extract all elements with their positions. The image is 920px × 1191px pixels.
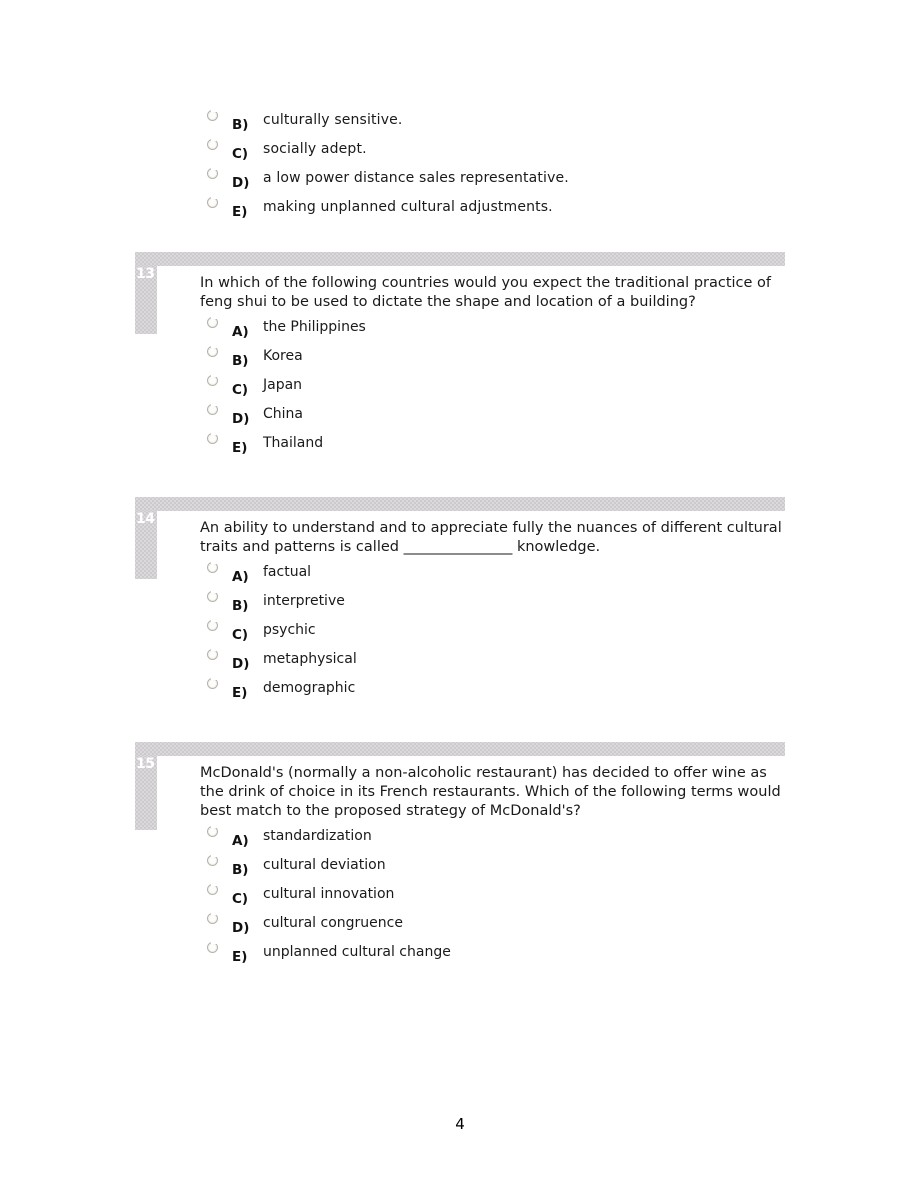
question-header-bar	[135, 252, 785, 266]
question-number-column: 13	[135, 266, 157, 334]
radio-button-icon[interactable]	[207, 912, 218, 924]
option-text: cultural congruence	[263, 915, 403, 931]
radio-button-icon[interactable]	[207, 316, 218, 328]
option-row[interactable]: C) socially adept.	[135, 137, 785, 166]
option-text: psychic	[263, 622, 316, 638]
option-text: making unplanned cultural adjustments.	[263, 199, 553, 215]
page-number: 4	[455, 1115, 465, 1133]
option-row[interactable]: A) factual	[200, 560, 785, 589]
radio-button-icon[interactable]	[207, 374, 218, 386]
question-body: In which of the following countries woul…	[200, 274, 785, 460]
radio-button-icon[interactable]	[207, 590, 218, 602]
option-text: socially adept.	[263, 141, 367, 157]
question-body: An ability to understand and to apprecia…	[200, 519, 785, 705]
option-row[interactable]: E) demographic	[200, 676, 785, 705]
radio-button-icon[interactable]	[207, 561, 218, 573]
option-text: culturally sensitive.	[263, 112, 403, 128]
option-text: Korea	[263, 348, 303, 364]
continued-options-group: B) culturally sensitive. C) socially adept.…	[135, 108, 785, 224]
option-row[interactable]: C) Japan	[200, 373, 785, 402]
option-text: factual	[263, 564, 312, 580]
radio-button-icon[interactable]	[207, 167, 218, 179]
option-text: China	[263, 406, 303, 422]
options-group: A) factual B) interpretive C) psychic D) metaph…	[200, 560, 785, 705]
option-letter: A)	[232, 569, 249, 585]
option-letter: E)	[232, 204, 248, 220]
option-row[interactable]: A) standardization	[200, 824, 785, 853]
option-letter: A)	[232, 324, 249, 340]
option-text: cultural deviation	[263, 857, 386, 873]
radio-button-icon[interactable]	[207, 648, 218, 660]
option-row[interactable]: A) the Philippines	[200, 315, 785, 344]
option-letter: C)	[232, 627, 249, 643]
option-letter: C)	[232, 891, 249, 907]
radio-button-icon[interactable]	[207, 941, 218, 953]
option-letter: D)	[232, 175, 250, 191]
option-row[interactable]: D) cultural congruence	[200, 911, 785, 940]
option-row[interactable]: B) culturally sensitive.	[135, 108, 785, 137]
option-letter: C)	[232, 382, 249, 398]
option-text: the Philippines	[263, 319, 366, 335]
option-letter: B)	[232, 117, 249, 133]
question-number: 13	[136, 266, 155, 282]
option-text: unplanned cultural change	[263, 944, 451, 960]
question-number: 14	[136, 511, 155, 527]
question-number-column: 15	[135, 756, 157, 830]
option-letter: E)	[232, 949, 248, 965]
question-body: McDonald's (normally a non-alcoholic res…	[200, 764, 785, 969]
radio-button-icon[interactable]	[207, 345, 218, 357]
quiz-page: B) culturally sensitive. C) socially adept.…	[0, 0, 920, 1191]
options-group: A) the Philippines B) Korea C) Japan D) China E)…	[200, 315, 785, 460]
option-row[interactable]: D) China	[200, 402, 785, 431]
option-text: metaphysical	[263, 651, 357, 667]
option-row[interactable]: D) a low power distance sales representat…	[135, 166, 785, 195]
question-header-bar	[135, 497, 785, 511]
radio-button-icon[interactable]	[207, 619, 218, 631]
radio-button-icon[interactable]	[207, 196, 218, 208]
radio-button-icon[interactable]	[207, 825, 218, 837]
option-letter: C)	[232, 146, 249, 162]
option-letter: E)	[232, 685, 248, 701]
option-letter: B)	[232, 353, 249, 369]
option-row[interactable]: B) cultural deviation	[200, 853, 785, 882]
option-row[interactable]: D) metaphysical	[200, 647, 785, 676]
option-row[interactable]: B) interpretive	[200, 589, 785, 618]
radio-button-icon[interactable]	[207, 432, 218, 444]
option-letter: E)	[232, 440, 248, 456]
question-header-bar	[135, 742, 785, 756]
question-number-column: 14	[135, 511, 157, 579]
option-letter: B)	[232, 862, 249, 878]
option-letter: D)	[232, 656, 250, 672]
option-text: Japan	[263, 377, 303, 393]
option-text: interpretive	[263, 593, 345, 609]
options-group: A) standardization B) cultural deviation C) c…	[200, 824, 785, 969]
question-text: McDonald's (normally a non-alcoholic res…	[200, 765, 781, 819]
question-text: An ability to understand and to apprecia…	[200, 520, 782, 555]
option-text: cultural innovation	[263, 886, 395, 902]
option-letter: D)	[232, 411, 250, 427]
option-row[interactable]: E) unplanned cultural change	[200, 940, 785, 969]
option-row[interactable]: C) cultural innovation	[200, 882, 785, 911]
option-letter: A)	[232, 833, 249, 849]
radio-button-icon[interactable]	[207, 403, 218, 415]
option-text: demographic	[263, 680, 356, 696]
option-text: a low power distance sales representativ…	[263, 170, 569, 186]
radio-button-icon[interactable]	[207, 138, 218, 150]
option-text: standardization	[263, 828, 372, 844]
option-row[interactable]: E) making unplanned cultural adjustments.	[135, 195, 785, 224]
radio-button-icon[interactable]	[207, 109, 218, 121]
option-text: Thailand	[263, 435, 324, 451]
option-letter: B)	[232, 598, 249, 614]
question-number: 15	[136, 756, 155, 772]
option-row[interactable]: C) psychic	[200, 618, 785, 647]
option-row[interactable]: E) Thailand	[200, 431, 785, 460]
radio-button-icon[interactable]	[207, 854, 218, 866]
question-text: In which of the following countries woul…	[200, 275, 772, 310]
radio-button-icon[interactable]	[207, 883, 218, 895]
option-row[interactable]: B) Korea	[200, 344, 785, 373]
option-letter: D)	[232, 920, 250, 936]
radio-button-icon[interactable]	[207, 677, 218, 689]
